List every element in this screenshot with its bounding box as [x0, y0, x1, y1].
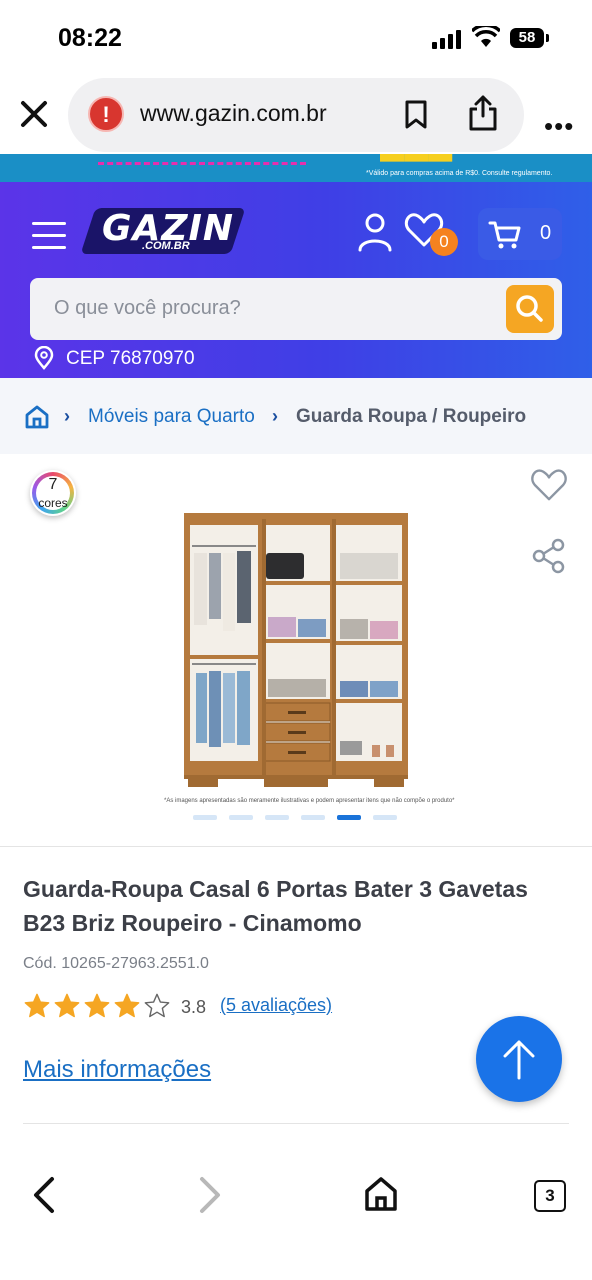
carousel-dot[interactable]: [373, 815, 397, 820]
status-time: 08:22: [58, 24, 122, 52]
search-button[interactable]: [506, 285, 554, 333]
bookmark-icon[interactable]: [404, 100, 428, 130]
divider: [0, 846, 592, 847]
scroll-top-button[interactable]: [476, 1016, 562, 1102]
star-icon: [114, 993, 140, 1018]
cep-label: CEP 76870970: [66, 348, 195, 369]
colors-label: cores: [38, 496, 68, 510]
rating-stars: [23, 992, 171, 1020]
product-code: Cód. 10265-27963.2551.0: [23, 955, 209, 972]
product-image[interactable]: [184, 513, 408, 789]
battery-icon: 58: [510, 28, 549, 48]
chevron-right-icon: ›: [272, 406, 278, 426]
promo-decoration: [98, 162, 306, 165]
close-icon[interactable]: [18, 98, 50, 130]
carousel-dot[interactable]: [229, 815, 253, 820]
home-icon[interactable]: [24, 404, 50, 430]
back-icon[interactable]: [30, 1176, 56, 1214]
carousel-dot[interactable]: [265, 815, 289, 820]
chevron-right-icon: ›: [64, 406, 70, 426]
carousel-dot[interactable]: [337, 815, 361, 820]
divider: [23, 1123, 569, 1124]
cart-button[interactable]: 0: [478, 208, 562, 260]
wishlist-badge: 0: [430, 228, 458, 256]
carousel-dot[interactable]: [301, 815, 325, 820]
promo-banner[interactable]: ▀▀▀ *Válido para compras acima de R$0. C…: [0, 154, 592, 182]
promo-footnote: *Válido para compras acima de R$0. Consu…: [366, 170, 553, 177]
signal-icon: [432, 30, 461, 49]
arrow-up-icon: [503, 1040, 535, 1080]
more-info-link[interactable]: Mais informações: [23, 1056, 211, 1084]
reviews-link[interactable]: (5 avaliações): [220, 995, 332, 1016]
star-icon: [24, 993, 50, 1018]
site-header: GAZIN .COM.BR 0 0 O que você procura? CE…: [0, 182, 592, 378]
cart-count: 0: [540, 222, 552, 244]
image-disclaimer: *As imagens apresentadas são meramente i…: [164, 798, 455, 804]
search-icon: [516, 295, 543, 322]
wifi-icon: [472, 26, 500, 47]
browser-toolbar: 3: [0, 1162, 592, 1280]
warning-icon[interactable]: [88, 96, 124, 132]
search-placeholder: O que você procura?: [54, 297, 241, 319]
colors-badge[interactable]: 7 cores: [30, 470, 76, 516]
rating-value: 3.8: [181, 997, 207, 1017]
product-title: Guarda-Roupa Casal 6 Portas Bater 3 Gave…: [23, 876, 528, 936]
cart-icon: [488, 221, 521, 249]
logo-sub: .COM.BR: [142, 240, 190, 252]
tabs-icon[interactable]: 3: [534, 1180, 566, 1212]
star-icon: [54, 993, 80, 1018]
share-icon[interactable]: [468, 94, 498, 132]
menu-icon[interactable]: [32, 222, 66, 258]
star-icon: [84, 993, 110, 1018]
url-text[interactable]: www.gazin.com.br: [140, 100, 327, 127]
forward-icon[interactable]: [198, 1176, 224, 1214]
user-icon[interactable]: [357, 212, 393, 252]
breadcrumb-current: Guarda Roupa / Roupeiro: [296, 406, 527, 427]
gazin-logo[interactable]: GAZIN .COM.BR: [80, 208, 248, 268]
browser-url-bar: www.gazin.com.br •••: [0, 78, 592, 154]
more-icon[interactable]: •••: [544, 111, 574, 142]
location-pin-icon: [34, 346, 54, 370]
breadcrumb: › Móveis para Quarto › Guarda Roupa / Ro…: [0, 378, 592, 454]
search-input[interactable]: O que você procura?: [30, 278, 562, 340]
favorite-icon[interactable]: [530, 468, 568, 502]
home-icon[interactable]: [364, 1176, 398, 1212]
carousel-dot[interactable]: [193, 815, 217, 820]
star-icon: [144, 993, 170, 1018]
share-network-icon[interactable]: [532, 538, 566, 574]
image-carousel-dots[interactable]: [193, 815, 397, 820]
breadcrumb-item[interactable]: Móveis para Quarto: [88, 406, 255, 428]
colors-count: 7: [48, 476, 58, 493]
status-bar: 08:22 58: [0, 0, 592, 78]
